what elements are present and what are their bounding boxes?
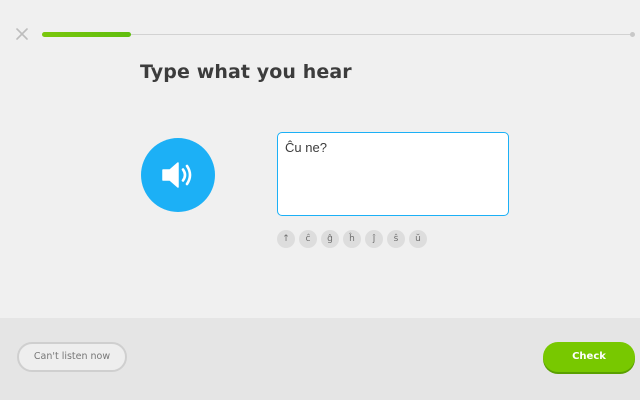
close-icon[interactable] [14,26,30,42]
special-char-key[interactable]: ŝ [387,230,405,248]
special-char-key[interactable]: ĥ [343,230,361,248]
prompt-title: Type what you hear [140,61,352,83]
progress-bar-end [630,32,635,37]
special-character-keys: ↑ ĉ ĝ ĥ ĵ ŝ ŭ [277,230,427,248]
special-char-key[interactable]: ĝ [321,230,339,248]
progress-bar-fill [42,32,131,37]
speaker-icon [162,162,192,188]
special-char-key[interactable]: ŭ [409,230,427,248]
special-char-key[interactable]: ĵ [365,230,383,248]
shift-key[interactable]: ↑ [277,230,295,248]
special-char-key[interactable]: ĉ [299,230,317,248]
footer: Can't listen now Check [0,318,640,400]
progress-bar [42,32,635,37]
check-button[interactable]: Check [543,342,635,372]
play-audio-button[interactable] [141,138,215,212]
answer-input[interactable]: Ĉu ne? [277,132,509,216]
lesson-page: Type what you hear Ĉu ne? ↑ ĉ ĝ ĥ ĵ ŝ ŭ Can't … [0,0,640,400]
cant-listen-button[interactable]: Can't listen now [17,342,127,372]
